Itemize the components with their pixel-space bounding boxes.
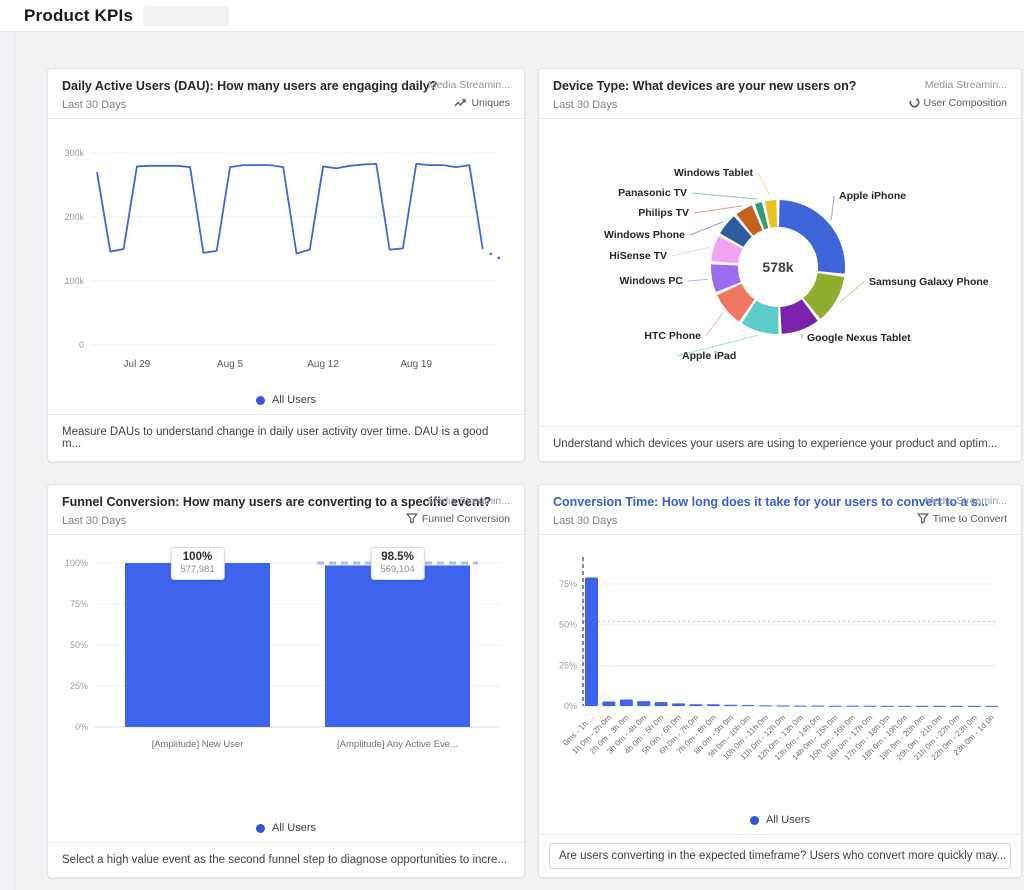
legend-dot-icon [256, 396, 265, 405]
funnel-bar-chart[interactable]: 0% 25% 50% 75% 100% [Amplitude] New User [Ampl… [48, 535, 524, 817]
svg-text:Aug 12: Aug 12 [307, 359, 339, 370]
svg-text:Apple iPad: Apple iPad [682, 350, 736, 362]
legend-dot-icon [256, 824, 265, 833]
svg-text:[Amplitude] New User: [Amplitude] New User [152, 739, 244, 750]
svg-text:Jul 29: Jul 29 [124, 359, 151, 370]
svg-text:Windows PC: Windows PC [620, 275, 684, 287]
svg-text:[Amplitude] Any Active Eve...: [Amplitude] Any Active Eve... [337, 739, 458, 750]
svg-text:HiSense TV: HiSense TV [609, 250, 667, 262]
svg-text:Apple iPhone: Apple iPhone [839, 190, 906, 202]
svg-text:Windows Phone: Windows Phone [604, 229, 685, 241]
card-device-source[interactable]: Media Streamin... [909, 78, 1007, 94]
conversion-time-histogram[interactable]: 0%25%50%75%0ms - 1h ...1h 0m - 2h 0m2h 0… [539, 535, 1021, 809]
svg-text:Philips TV: Philips TV [638, 207, 689, 219]
card-ctime-footer: Are users converting in the expected tim… [539, 834, 1021, 877]
card-ctime-caption[interactable]: Are users converting in the expected tim… [549, 843, 1011, 869]
svg-text:0%: 0% [564, 701, 577, 711]
card-dau-caption: Measure DAUs to understand change in dai… [48, 414, 524, 461]
svg-text:50%: 50% [559, 619, 577, 629]
svg-text:200k: 200k [64, 212, 84, 222]
svg-text:0%: 0% [75, 722, 88, 732]
card-funnel-daterange: Last 30 Days [62, 515, 398, 527]
card-device-title[interactable]: Device Type: What devices are your new u… [553, 78, 856, 96]
card-device-caption: Understand which devices your users are … [539, 426, 1021, 461]
funnel-value-tooltip: 100%577,981 [170, 547, 224, 580]
ctime-legend[interactable]: All Users [539, 808, 1021, 834]
card-dau: Daily Active Users (DAU): How many users… [47, 68, 525, 462]
cards-grid: Daily Active Users (DAU): How many users… [47, 68, 1008, 878]
card-funnel-source[interactable]: Media Streamin... [406, 494, 510, 510]
dashboard-content: Daily Active Users (DAU): How many users… [14, 32, 1024, 890]
card-conversion-time: Conversion Time: How long does it take f… [538, 484, 1022, 878]
svg-text:300k: 300k [64, 148, 84, 158]
card-dau-source[interactable]: Media Streamin... [428, 78, 510, 94]
card-ctime-title[interactable]: Conversion Time: How long does it take f… [553, 494, 909, 512]
dau-legend[interactable]: All Users [48, 388, 524, 414]
svg-text:25%: 25% [70, 681, 88, 691]
page-title: Product KPIs [24, 6, 133, 26]
svg-text:100k: 100k [64, 276, 84, 286]
funnel-icon [406, 513, 418, 524]
card-funnel-charttype[interactable]: Funnel Conversion [406, 513, 510, 525]
svg-text:Google Nexus Tablet: Google Nexus Tablet [807, 332, 911, 344]
legend-label: All Users [766, 814, 810, 826]
page-header: Product KPIs [0, 0, 1024, 32]
card-ctime-header: Conversion Time: How long does it take f… [539, 485, 1021, 535]
svg-text:75%: 75% [70, 599, 88, 609]
card-device-charttype[interactable]: User Composition [909, 97, 1007, 109]
svg-text:25%: 25% [559, 660, 577, 670]
svg-text:Aug 5: Aug 5 [217, 359, 244, 370]
svg-text:Samsung Galaxy Phone: Samsung Galaxy Phone [869, 276, 989, 288]
svg-text:HTC Phone: HTC Phone [644, 330, 701, 342]
card-dau-header: Daily Active Users (DAU): How many users… [48, 69, 524, 119]
card-funnel-title[interactable]: Funnel Conversion: How many users are co… [62, 494, 398, 512]
card-dau-charttype[interactable]: Uniques [428, 97, 510, 109]
card-ctime-daterange: Last 30 Days [553, 515, 909, 527]
svg-text:Aug 19: Aug 19 [400, 359, 432, 370]
line-chart-icon [454, 98, 467, 108]
card-ctime-charttype[interactable]: Time to Convert [917, 513, 1007, 525]
svg-text:Panasonic TV: Panasonic TV [618, 187, 687, 199]
card-funnel: Funnel Conversion: How many users are co… [47, 484, 525, 878]
device-donut-chart[interactable]: Apple iPhone Samsung Galaxy Phone Google N… [539, 119, 1021, 427]
legend-label: All Users [272, 822, 316, 834]
funnel-legend[interactable]: All Users [48, 816, 524, 842]
card-funnel-caption: Select a high value event as the second … [48, 842, 524, 877]
svg-text:Windows Tablet: Windows Tablet [674, 167, 754, 179]
card-dau-title[interactable]: Daily Active Users (DAU): How many users… [62, 78, 420, 96]
svg-text:578k: 578k [762, 259, 793, 275]
funnel-icon [917, 513, 929, 524]
donut-chart-icon [909, 97, 920, 108]
svg-text:75%: 75% [559, 578, 577, 588]
svg-text:0: 0 [79, 340, 84, 350]
legend-label: All Users [272, 394, 316, 406]
card-device-daterange: Last 30 Days [553, 99, 856, 111]
dau-line-chart[interactable]: 0 100k 200k 300k Jul 29 Aug 5 Aug 12 Aug 19 [48, 119, 524, 389]
card-ctime-source[interactable]: Media Streamin... [917, 494, 1007, 510]
svg-text:100%: 100% [65, 558, 88, 568]
card-device-type: Device Type: What devices are your new u… [538, 68, 1022, 462]
funnel-value-tooltip: 98.5%569,104 [370, 547, 424, 580]
svg-text:50%: 50% [70, 640, 88, 650]
legend-dot-icon [750, 816, 759, 825]
card-dau-daterange: Last 30 Days [62, 99, 420, 111]
title-placeholder [143, 6, 229, 26]
card-funnel-header: Funnel Conversion: How many users are co… [48, 485, 524, 535]
card-device-header: Device Type: What devices are your new u… [539, 69, 1021, 119]
